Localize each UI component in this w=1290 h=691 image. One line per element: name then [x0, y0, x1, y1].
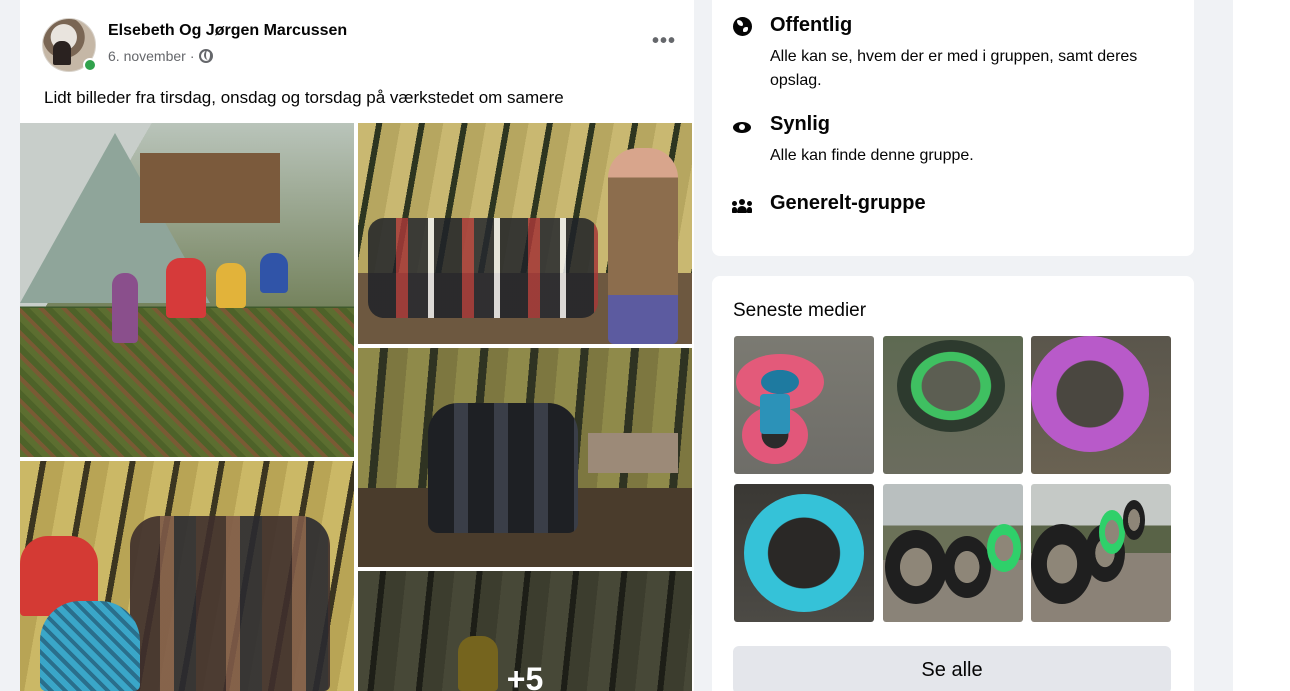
photo-leaves — [20, 308, 354, 457]
photo-group — [428, 403, 578, 533]
about-item-title: Synlig — [770, 113, 831, 135]
photo-figure — [166, 258, 206, 318]
see-all-media-button[interactable]: Se alle — [733, 646, 1171, 691]
post-photo-1[interactable] — [20, 123, 354, 457]
post-header: Elsebeth Og Jørgen Marcussen 6. november… — [42, 18, 675, 72]
meta-separator: · — [189, 48, 195, 64]
recent-media-card: Seneste medier Se alle — [712, 276, 1194, 691]
people-icon — [732, 194, 752, 214]
post-photo-5-more[interactable]: +5 — [358, 571, 692, 691]
photo-figure — [40, 601, 140, 691]
recent-media-title: Seneste medier — [733, 300, 867, 321]
media-thumbnail[interactable] — [734, 484, 874, 622]
globe-icon — [732, 16, 752, 36]
more-photos-count: +5 — [506, 661, 544, 691]
photo-group — [368, 218, 598, 318]
post-photo-4[interactable] — [20, 461, 354, 691]
post-more-options-button[interactable]: ••• — [646, 31, 682, 60]
media-thumbnail[interactable] — [1031, 336, 1171, 474]
media-thumbnail[interactable] — [883, 336, 1023, 474]
page-right-gutter — [1233, 0, 1290, 691]
photo-figure — [112, 273, 138, 343]
photo-figure — [608, 148, 678, 344]
eye-icon — [732, 115, 752, 135]
public-globe-icon — [198, 49, 213, 63]
photo-figure — [260, 253, 288, 293]
author-name[interactable]: Elsebeth Og Jørgen Marcussen — [108, 22, 347, 40]
about-item-title: Generelt-gruppe — [770, 192, 926, 214]
media-thumbnail[interactable] — [734, 336, 874, 474]
online-status-indicator — [83, 58, 97, 72]
photo-figure — [216, 263, 246, 308]
group-about-card: Offentlig Alle kan se, hvem der er med i… — [712, 0, 1194, 256]
photo-table — [588, 433, 678, 473]
photo-roof — [140, 153, 280, 223]
photo-group — [130, 516, 330, 691]
post-photo-3[interactable] — [358, 348, 692, 567]
post-meta: 6. november · — [108, 48, 213, 64]
about-item-description: Alle kan finde denne gruppe. — [770, 147, 974, 164]
post-date[interactable]: 6. november — [108, 48, 186, 64]
about-item-title: Offentlig — [770, 14, 853, 36]
media-thumbnail[interactable] — [883, 484, 1023, 622]
media-thumbnail[interactable] — [1031, 484, 1171, 622]
post-text: Lidt billeder fra tirsdag, onsdag og tor… — [44, 88, 564, 107]
about-item-description: Alle kan se, hvem der er med i gruppen, … — [770, 48, 1138, 89]
post-photo-2[interactable] — [358, 123, 692, 344]
group-post: Elsebeth Og Jørgen Marcussen 6. november… — [20, 0, 694, 691]
